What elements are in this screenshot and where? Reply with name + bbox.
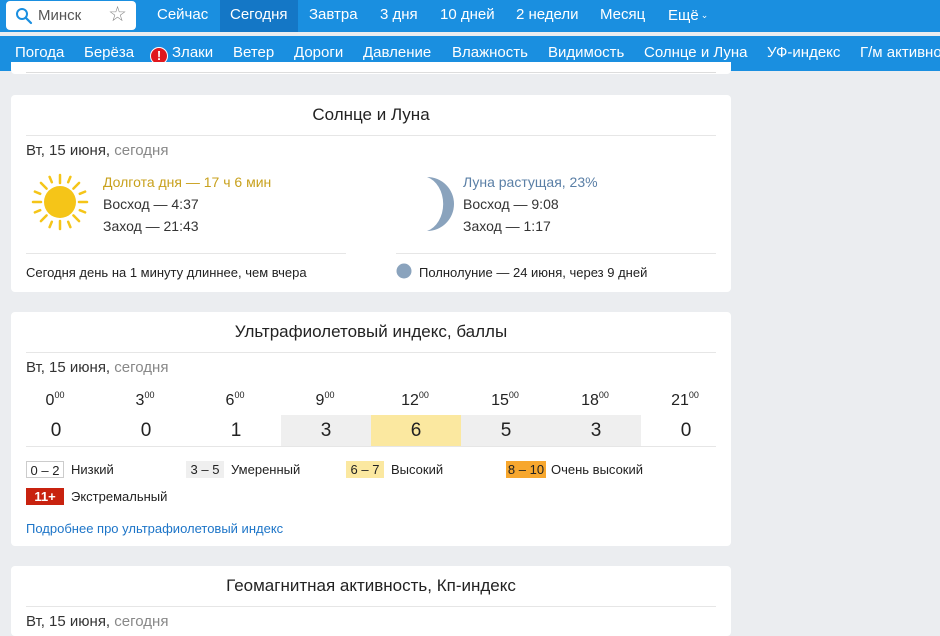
subnav-geomagnetic[interactable]: Г/м активность [860,36,940,71]
day-length-note: Сегодня день на 1 минуту длиннее, чем вч… [26,265,307,280]
subnav-uv-index[interactable]: УФ-индекс [767,36,840,71]
uv-legend-high: 6 – 7 [346,461,384,478]
uv-hour-label: 1800 [581,390,609,409]
uv-legend-very-high: 8 – 10 [506,461,546,478]
search-input[interactable]: Минск [38,7,81,24]
uv-legend-low-label: Низкий [71,462,114,477]
tab-today[interactable]: Сегодня [220,0,298,32]
uv-legend-extreme: 11+ [26,488,64,505]
uv-hour-label: 900 [315,390,335,409]
divider [26,135,716,136]
uv-title: Ультрафиолетовый индекс, баллы [234,322,508,341]
uv-value-cell: 0 [11,415,101,447]
uv-legend-low: 0 – 2 [26,461,64,478]
tab-3-days[interactable]: 3 дня [380,0,418,32]
tab-month[interactable]: Месяц [600,0,645,32]
favorite-star-icon[interactable]: ☆ [108,4,127,26]
tab-2-weeks[interactable]: 2 недели [516,0,579,32]
divider [26,446,716,447]
top-nav: Минск ☆ Сейчас Сегодня Завтра 3 дня 10 д… [0,0,940,32]
sun-moon-card: Солнце и Луна Вт, 15 июня, сегодня Долго… [11,95,731,292]
uv-legend-moderate: 3 – 5 [186,461,224,478]
uv-legend-extreme-label: Экстремальный [71,489,168,504]
divider [396,253,716,254]
uv-legend-very-high-label: Очень высокий [551,462,644,477]
previous-card [11,62,731,74]
search-icon [16,8,33,25]
city-search[interactable]: Минск ☆ [6,1,136,30]
uv-hour-label: 000 [45,390,65,409]
chevron-down-icon: ⌄ [700,10,709,20]
tab-tomorrow[interactable]: Завтра [309,0,358,32]
uv-value-cell: 3 [551,415,641,447]
divider [26,72,716,73]
uv-legend-moderate-label: Умеренный [231,462,301,477]
tab-10-days[interactable]: 10 дней [440,0,495,32]
tab-more[interactable]: Ещё ⌄ [668,0,708,32]
uv-hour-label: 1200 [401,390,429,409]
sun-moon-date: Вт, 15 июня, сегодня [26,142,169,159]
uv-value-cell: 1 [191,415,281,447]
uv-date: Вт, 15 июня, сегодня [26,359,169,376]
full-moon-icon [396,263,412,279]
uv-legend-high-label: Высокий [391,462,444,477]
divider [26,606,716,607]
uv-value-cell: 5 [461,415,551,447]
tab-now[interactable]: Сейчас [146,0,219,32]
divider [26,352,716,353]
moonrise-time: Восход — 9:08 [463,196,559,212]
uv-value-cell: 0 [101,415,191,447]
moon-phase: Луна растущая, 23% [463,174,598,190]
geo-title: Геомагнитная активность, Кп-индекс [226,576,516,595]
geo-date: Вт, 15 июня, сегодня [26,613,169,630]
moon-icon [427,177,454,231]
geomagnetic-card: Геомагнитная активность, Кп-индекс Вт, 1… [11,566,731,636]
uv-hour-label: 2100 [671,390,699,409]
full-moon-date: Полнолуние — 24 июня, через 9 дней [419,265,648,280]
uv-value-cell: 6 [371,415,461,447]
day-length: Долгота дня — 17 ч 6 мин [103,174,272,190]
sunrise-time: Восход — 4:37 [103,196,199,212]
sunset-time: Заход — 21:43 [103,218,199,234]
moonset-time: Заход — 1:17 [463,218,551,234]
sun-moon-title: Солнце и Луна [312,105,430,124]
divider [26,253,346,254]
uv-more-link[interactable]: Подробнее про ультрафиолетовый индекс [26,521,283,536]
uv-hour-label: 1500 [491,390,519,409]
uv-hour-label: 300 [135,390,155,409]
uv-value-cell: 0 [641,415,731,447]
uv-value-cell: 3 [281,415,371,447]
sun-icon [31,173,89,231]
uv-hour-label: 600 [225,390,245,409]
